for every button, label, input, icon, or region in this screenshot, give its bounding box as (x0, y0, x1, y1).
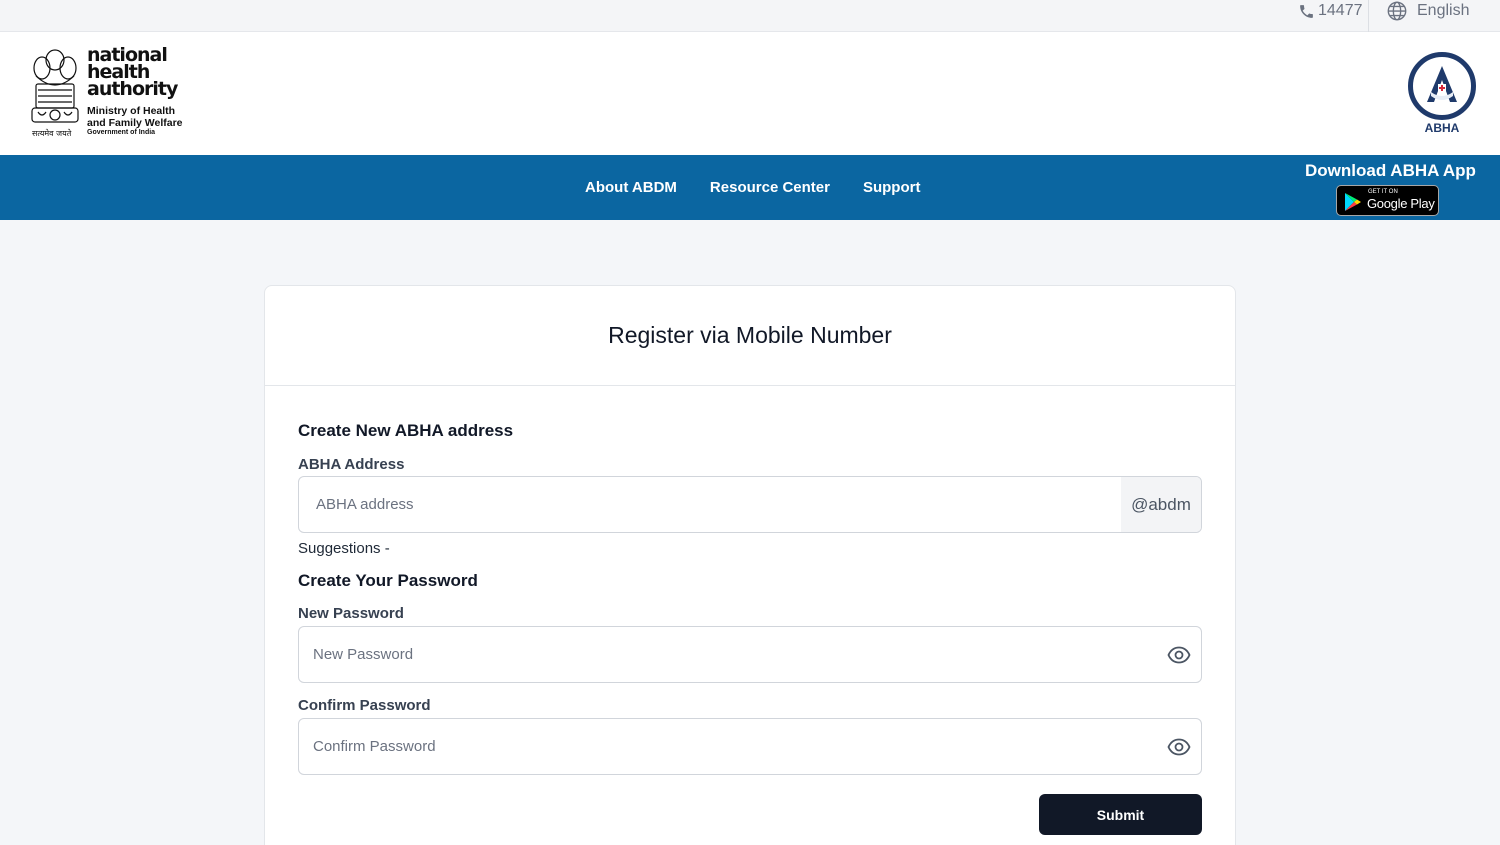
google-play-badge[interactable]: GET IT ON Google Play (1336, 185, 1439, 216)
government-label: Government of India (87, 129, 156, 136)
abha-address-label: ABHA Address (298, 456, 405, 473)
language-label: English (1417, 2, 1470, 19)
ministry-name: Ministry of Health and Family Welfare (87, 105, 183, 129)
site-header: सत्यमेव जयते national health authority M… (0, 32, 1500, 155)
download-app-label: Download ABHA App (1305, 161, 1476, 180)
helpline[interactable]: 14477 (1298, 0, 1363, 22)
section-title-abha-address: Create New ABHA address (298, 421, 514, 440)
globe-icon (1387, 1, 1407, 21)
confirm-password-input[interactable] (299, 719, 1201, 774)
show-confirm-password-icon[interactable] (1167, 735, 1191, 759)
abha-address-input[interactable] (299, 477, 1201, 532)
emblem-motto: सत्यमेव जयते (32, 129, 72, 138)
google-play-icon (1345, 193, 1361, 211)
abha-logo-text: ABHA (1424, 121, 1460, 135)
nav-item-resource-center[interactable]: Resource Center (710, 179, 830, 196)
abha-address-suffix: @abdm (1121, 477, 1201, 532)
national-emblem-icon (31, 49, 79, 123)
language-selector[interactable]: English (1386, 0, 1469, 22)
main-navbar: About ABDM Resource Center Support Downl… (0, 155, 1500, 220)
topbar-divider (1368, 0, 1369, 32)
google-play-text: Google Play (1367, 196, 1435, 211)
nha-name: national health authority (87, 44, 178, 100)
nav-item-support[interactable]: Support (863, 179, 921, 196)
new-password-label: New Password (298, 605, 404, 622)
nav-item-about-abdm[interactable]: About ABDM (585, 179, 677, 196)
suggestions-label: Suggestions - (298, 540, 390, 557)
nav-menu: About ABDM Resource Center Support (585, 155, 920, 220)
confirm-password-field (298, 718, 1202, 775)
abha-a-icon (1427, 66, 1457, 102)
confirm-password-label: Confirm Password (298, 697, 431, 714)
new-password-input[interactable] (299, 627, 1201, 682)
show-password-icon[interactable] (1167, 643, 1191, 667)
top-utility-bar: 14477 English (0, 0, 1500, 32)
section-title-password: Create Your Password (298, 571, 478, 590)
helpline-number: 14477 (1318, 2, 1363, 19)
new-password-field (298, 626, 1202, 683)
submit-button[interactable]: Submit (1039, 794, 1202, 835)
register-card: Register via Mobile Number Create New AB… (264, 285, 1236, 845)
abha-logo[interactable]: ABHA (1407, 52, 1477, 136)
abha-address-field: @abdm (298, 476, 1202, 533)
phone-icon (1300, 4, 1313, 18)
page-title: Register via Mobile Number (265, 286, 1235, 386)
google-play-small-text: GET IT ON (1368, 189, 1398, 195)
nha-logo[interactable]: सत्यमेव जयते national health authority M… (28, 46, 188, 142)
